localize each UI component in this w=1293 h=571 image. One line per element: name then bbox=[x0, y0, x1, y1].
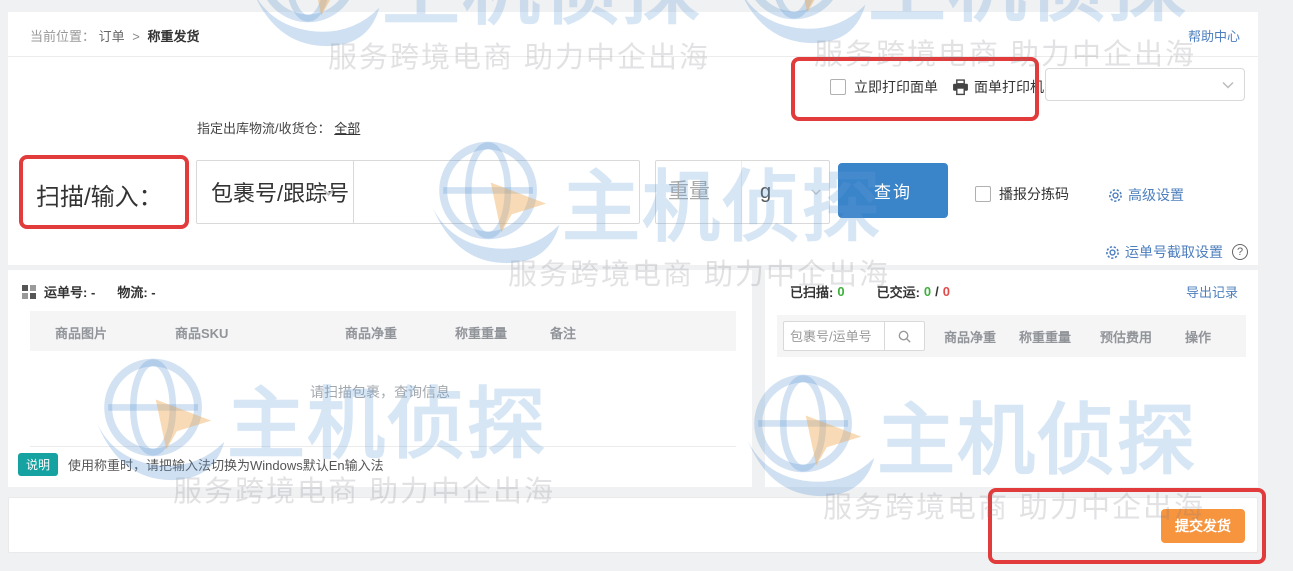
column-estimated-cost: 预估费用 bbox=[1100, 330, 1153, 345]
broadcast-label: 播报分拣码 bbox=[999, 186, 1069, 202]
note-badge: 说明 bbox=[18, 453, 59, 476]
logistics-value: - bbox=[151, 285, 156, 300]
shipped-count: 0 bbox=[923, 284, 932, 299]
scan-number-input[interactable] bbox=[354, 161, 639, 223]
breadcrumb-separator: > bbox=[132, 29, 140, 44]
package-detail-panel: 运单号: - 物流: - 商品图片 商品SKU 商品净重 称重重量 备注 请扫描… bbox=[8, 270, 752, 487]
help-center-link[interactable]: 帮助中心 bbox=[1188, 26, 1240, 45]
weight-unit-value: g bbox=[760, 180, 772, 203]
chevron-down-icon bbox=[811, 189, 821, 196]
label-printer-label: 面单打印机 bbox=[974, 79, 1044, 95]
logistics-label: 物流: bbox=[117, 285, 148, 300]
breadcrumb-parent: 订单 bbox=[98, 29, 125, 44]
search-button[interactable] bbox=[884, 322, 924, 350]
scan-record-panel: 已扫描: 0 已交运: 0 / 0 导出记录 商品净重 称重重量 预估费用 操作 bbox=[765, 270, 1258, 487]
warehouse-filter-label: 指定出库物流/收货仓： bbox=[197, 121, 331, 136]
submit-ship-button[interactable]: 提交发货 bbox=[1161, 509, 1245, 543]
breadcrumb-location-label: 当前位置： bbox=[30, 29, 96, 44]
note-row: 说明 使用称重时，请把输入法切换为Windows默认En输入法 bbox=[18, 453, 384, 476]
grid-icon bbox=[22, 284, 36, 299]
divider bbox=[30, 446, 736, 447]
waybill-value: - bbox=[90, 285, 96, 300]
empty-state-text: 请扫描包裹，查询信息 bbox=[310, 384, 450, 400]
label-printer-button[interactable]: 面单打印机 bbox=[952, 77, 1044, 97]
scanned-label: 已扫描: bbox=[790, 285, 834, 300]
column-weighed-weight: 称重重量 bbox=[1019, 330, 1072, 345]
scanned-count: 0 bbox=[837, 284, 845, 299]
column-net-weight: 商品净重 bbox=[944, 330, 997, 345]
waybill-capture-settings-link[interactable]: 运单号截取设置 ? bbox=[1105, 242, 1248, 262]
broadcast-option: 播报分拣码 bbox=[975, 184, 1069, 204]
printer-select[interactable] bbox=[1045, 68, 1245, 101]
weight-input-group: g bbox=[655, 160, 830, 224]
scan-stats: 已扫描: 0 已交运: 0 / 0 bbox=[790, 282, 950, 301]
column-action: 操作 bbox=[1185, 330, 1212, 345]
shipped-label: 已交运: bbox=[876, 285, 920, 300]
number-type-select[interactable]: 包裹号/跟踪号 bbox=[197, 161, 354, 223]
shipped-divider: / bbox=[935, 284, 939, 299]
waybill-label: 运单号: bbox=[44, 285, 88, 300]
chevron-down-icon bbox=[1222, 81, 1234, 89]
gear-icon bbox=[1106, 245, 1119, 259]
warehouse-filter: 指定出库物流/收货仓： 全部 bbox=[197, 118, 360, 137]
scan-input-group: 包裹号/跟踪号 bbox=[196, 160, 640, 224]
warehouse-filter-value-link[interactable]: 全部 bbox=[334, 121, 360, 136]
immediate-print-option: 立即打印面单 面单打印机 bbox=[830, 77, 1044, 97]
record-table-header: 商品净重 称重重量 预估费用 操作 bbox=[777, 315, 1246, 357]
column-product-sku: 商品SKU bbox=[175, 326, 229, 341]
record-search-input[interactable] bbox=[784, 322, 884, 350]
column-remark: 备注 bbox=[550, 326, 577, 341]
chevron-down-icon bbox=[322, 188, 335, 196]
help-question-icon[interactable]: ? bbox=[1232, 244, 1248, 260]
printer-select-value bbox=[1046, 77, 1056, 92]
advanced-settings-link[interactable]: 高级设置 bbox=[1108, 185, 1184, 205]
scan-input-label: 扫描/输入： bbox=[36, 184, 163, 211]
advanced-settings-label: 高级设置 bbox=[1128, 187, 1184, 203]
breadcrumb-current: 称重发货 bbox=[147, 29, 200, 44]
footer-bar: 自动逐单发货 提交发货 bbox=[8, 497, 1258, 553]
breadcrumb: 当前位置： 订单 > 称重发货 bbox=[30, 26, 200, 45]
logistics: 物流: - bbox=[117, 282, 155, 301]
search-icon bbox=[898, 330, 911, 343]
immediate-print-label: 立即打印面单 bbox=[854, 79, 938, 95]
package-table-header: 商品图片 商品SKU 商品净重 称重重量 备注 bbox=[30, 311, 736, 351]
broadcast-checkbox[interactable] bbox=[975, 186, 991, 202]
note-text: 使用称重时，请把输入法切换为Windows默认En输入法 bbox=[68, 458, 384, 473]
waybill-number: 运单号: - bbox=[44, 282, 95, 301]
record-search-box bbox=[783, 321, 925, 351]
immediate-print-checkbox[interactable] bbox=[830, 79, 846, 95]
breadcrumb-bar: 当前位置： 订单 > 称重发货 帮助中心 bbox=[8, 12, 1258, 57]
printer-icon bbox=[953, 78, 968, 95]
query-button[interactable]: 查询 bbox=[838, 163, 948, 218]
waybill-capture-settings-label: 运单号截取设置 bbox=[1125, 244, 1223, 260]
column-weighed-weight: 称重重量 bbox=[455, 326, 508, 341]
waybill-header: 运单号: - 物流: - bbox=[22, 282, 170, 301]
column-net-weight: 商品净重 bbox=[345, 326, 398, 341]
export-records-link[interactable]: 导出记录 bbox=[1186, 282, 1238, 301]
weight-unit-select[interactable]: g bbox=[741, 161, 829, 223]
weigh-ship-page: 当前位置： 订单 > 称重发货 帮助中心 立即打印面单 面单打印机 指定出库物流… bbox=[0, 0, 1293, 571]
gear-icon bbox=[1109, 188, 1122, 202]
column-product-image: 商品图片 bbox=[55, 326, 108, 341]
shipped-total: 0 bbox=[942, 284, 951, 299]
weight-input[interactable] bbox=[656, 161, 741, 223]
